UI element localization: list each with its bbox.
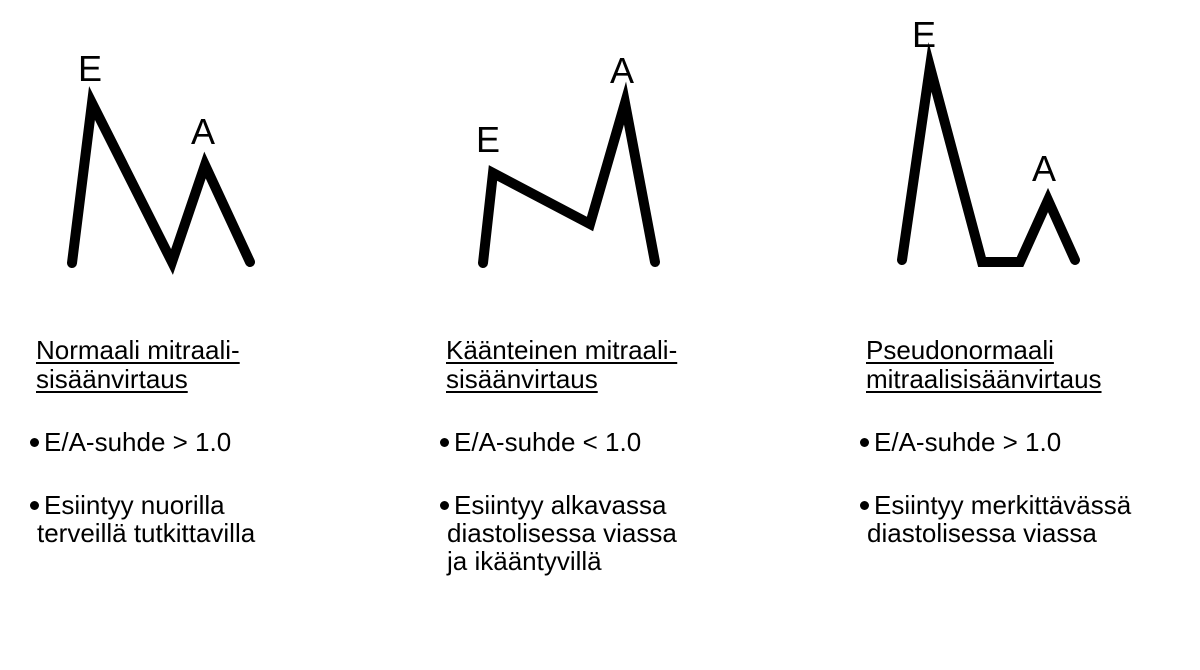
panel-inverted: E A Käänteinen mitraali- sisäänvirtaus E… bbox=[410, 0, 770, 670]
occurrence-line: ja ikääntyvillä bbox=[447, 546, 602, 576]
bullet-dot bbox=[30, 501, 39, 510]
waveform-inverted: E A bbox=[476, 50, 660, 268]
title-line: Käänteinen mitraali- bbox=[446, 335, 678, 365]
occurrence-bullet: Esiintyy merkittävässä diastolisessa via… bbox=[860, 491, 1131, 547]
peak-e-label: E bbox=[476, 119, 500, 160]
waveform-line bbox=[67, 86, 255, 275]
occurrence-line: diastolisessa viassa bbox=[447, 518, 677, 548]
waveform-line bbox=[478, 81, 660, 268]
ratio-bullet: E/A-suhde > 1.0 bbox=[30, 428, 231, 456]
peak-a-label: A bbox=[1032, 148, 1056, 189]
bullet-dot bbox=[440, 501, 449, 510]
panel-title: Pseudonormaali mitraalisisäänvirtaus bbox=[866, 336, 1102, 394]
bullet-dot bbox=[30, 438, 39, 447]
ratio-text: E/A-suhde > 1.0 bbox=[44, 427, 232, 457]
ratio-bullet: E/A-suhde > 1.0 bbox=[860, 428, 1061, 456]
peak-e-label: E bbox=[78, 48, 102, 89]
title-line: mitraalisisäänvirtaus bbox=[866, 364, 1102, 394]
occurrence-line: diastolisessa viassa bbox=[867, 518, 1097, 548]
occurrence-line: Esiintyy merkittävässä bbox=[874, 490, 1132, 520]
peak-a-label: A bbox=[191, 111, 215, 152]
title-line: Pseudonormaali bbox=[866, 335, 1054, 365]
peak-a-label: A bbox=[610, 50, 634, 91]
occurrence-line: Esiintyy nuorilla bbox=[44, 490, 225, 520]
bullet-dot bbox=[440, 438, 449, 447]
occurrence-line: terveillä tutkittavilla bbox=[37, 518, 256, 548]
title-line: sisäänvirtaus bbox=[36, 364, 188, 394]
title-line: sisäänvirtaus bbox=[446, 364, 598, 394]
peak-e-label: E bbox=[912, 14, 936, 55]
bullet-dot bbox=[860, 501, 869, 510]
panel-normal: E A Normaali mitraali- sisäänvirtaus E/A… bbox=[0, 0, 360, 670]
waveform-pseudonormal: E A bbox=[897, 14, 1080, 267]
ratio-bullet: E/A-suhde < 1.0 bbox=[440, 428, 641, 456]
waveform-normal: E A bbox=[67, 48, 255, 275]
bullet-dot bbox=[860, 438, 869, 447]
occurrence-bullet: Esiintyy alkavassa diastolisessa viassa … bbox=[440, 491, 677, 575]
occurrence-line: Esiintyy alkavassa bbox=[454, 490, 667, 520]
panel-title: Normaali mitraali- sisäänvirtaus bbox=[36, 336, 240, 394]
occurrence-bullet: Esiintyy nuorilla terveillä tutkittavill… bbox=[30, 491, 255, 547]
panel-title: Käänteinen mitraali- sisäänvirtaus bbox=[446, 336, 677, 394]
ratio-text: E/A-suhde > 1.0 bbox=[874, 427, 1062, 457]
panel-pseudonormal: E A Pseudonormaali mitraalisisäänvirtaus… bbox=[830, 0, 1190, 670]
ratio-text: E/A-suhde < 1.0 bbox=[454, 427, 642, 457]
title-line: Normaali mitraali- bbox=[36, 335, 240, 365]
